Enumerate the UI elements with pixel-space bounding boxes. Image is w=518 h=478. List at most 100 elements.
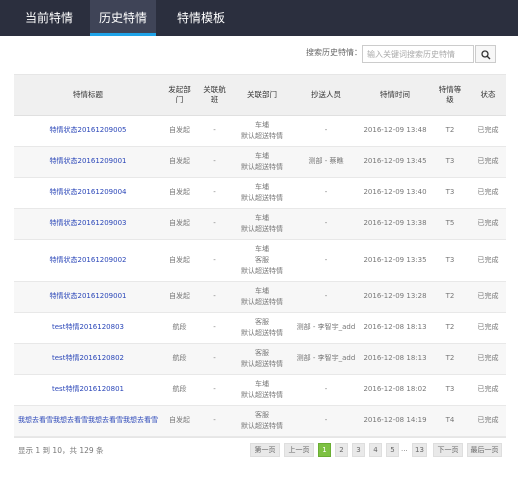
- cell-flight: -: [197, 115, 232, 147]
- table-row[interactable]: 特情状态20161209001 自发起 - 车埔 默认超送特情 -2016-12-09 1…: [14, 281, 506, 313]
- page-button[interactable]: 4: [369, 443, 382, 457]
- table-row[interactable]: test特情2016120802 航段 - 客服 默认超送特情 测部 - 李智宇_add 2…: [14, 343, 506, 375]
- cell-title: 特情状态20161209005: [14, 115, 162, 147]
- cell-time: 2016-12-08 18:02: [360, 374, 430, 406]
- incident-title-link[interactable]: 我想去看雪我想去看雪我想去看雪我想去看雪: [18, 416, 158, 424]
- cell-cc: 测部 - 蔡瞧: [292, 146, 360, 178]
- cell-related-dept: 车埔 默认超送特情: [232, 281, 292, 313]
- cell-related-dept: 客服 默认超送特情: [232, 405, 292, 437]
- related-dept-line: 客服: [255, 410, 269, 419]
- cell-time: 2016-12-08 18:13: [360, 343, 430, 375]
- cell-flight: -: [197, 239, 232, 282]
- related-dept-line: 车埔: [255, 244, 269, 253]
- col-header-status: 状态: [470, 75, 506, 116]
- cell-dept: 航段: [162, 374, 197, 406]
- tab-history-incidents[interactable]: 历史特情: [90, 0, 156, 36]
- cell-dept: 自发起: [162, 208, 197, 240]
- related-dept-line: 客服: [255, 317, 269, 326]
- cell-related-dept: 车埔 默认超送特情: [232, 115, 292, 147]
- cell-flight: -: [197, 208, 232, 240]
- cell-dept: 自发起: [162, 239, 197, 282]
- tab-incident-templates[interactable]: 特情模板: [168, 0, 234, 36]
- incident-title-link[interactable]: 特情状态20161209005: [50, 126, 127, 134]
- cell-status: 已完成: [470, 405, 506, 437]
- cell-title: 特情状态20161209004: [14, 177, 162, 209]
- incident-title-link[interactable]: 特情状态20161209001: [50, 292, 127, 300]
- incident-title-link[interactable]: test特情2016120803: [52, 323, 124, 331]
- table-row[interactable]: 特情状态20161209001 自发起 - 车埔 默认超送特情 测部 - 蔡瞧 2016-1…: [14, 146, 506, 178]
- page-button-last-number[interactable]: 13: [412, 443, 427, 457]
- last-page-button[interactable]: 最后一页: [467, 443, 502, 457]
- cell-dept: 自发起: [162, 146, 197, 178]
- cell-cc: 测部 - 李智宇_add: [292, 343, 360, 375]
- incident-title-link[interactable]: 特情状态20161209002: [50, 256, 127, 264]
- cell-related-dept: 车埔 默认超送特情: [232, 208, 292, 240]
- related-dept-line: 车埔: [255, 213, 269, 222]
- cell-flight: -: [197, 177, 232, 209]
- related-dept-line: 默认超送特情: [241, 328, 283, 337]
- search-button[interactable]: [475, 45, 496, 63]
- cell-flight: -: [197, 405, 232, 437]
- search-label: 搜索历史特情：: [306, 48, 362, 57]
- incident-title-link[interactable]: 特情状态20161209003: [50, 219, 127, 227]
- first-page-button[interactable]: 第一页: [250, 443, 280, 457]
- cell-time: 2016-12-09 13:35: [360, 239, 430, 282]
- pagination: 第一页 上一页 1 2 3 4 5 ... 13 下一页 最后一页: [250, 443, 502, 457]
- cell-status: 已完成: [470, 177, 506, 209]
- cell-dept: 航段: [162, 312, 197, 344]
- cell-cc: 测部 - 李智宇_add: [292, 312, 360, 344]
- incident-title-link[interactable]: test特情2016120801: [52, 385, 124, 393]
- page-button[interactable]: 5: [386, 443, 399, 457]
- cell-related-dept: 车埔 客服 默认超送特情: [232, 239, 292, 282]
- incident-title-link[interactable]: 特情状态20161209001: [50, 157, 127, 165]
- cell-level: T3: [430, 374, 470, 406]
- table-row[interactable]: test特情2016120803 航段 - 客服 默认超送特情 测部 - 李智宇_add 2…: [14, 312, 506, 344]
- cell-level: T2: [430, 343, 470, 375]
- page-button[interactable]: 2: [335, 443, 348, 457]
- related-dept-line: 默认超送特情: [241, 297, 283, 306]
- page-button[interactable]: 3: [352, 443, 365, 457]
- cell-level: T5: [430, 208, 470, 240]
- tab-current-incidents[interactable]: 当前特情: [14, 0, 84, 36]
- related-dept-line: 默认超送特情: [241, 390, 283, 399]
- cell-time: 2016-12-09 13:48: [360, 115, 430, 147]
- col-header-flight: 关联航班: [197, 75, 232, 116]
- next-page-button[interactable]: 下一页: [433, 443, 463, 457]
- cell-level: T2: [430, 281, 470, 313]
- cell-flight: -: [197, 312, 232, 344]
- cell-cc: -: [292, 239, 360, 282]
- page-button[interactable]: 1: [318, 443, 331, 457]
- related-dept-line: 默认超送特情: [241, 131, 283, 140]
- incident-title-link[interactable]: test特情2016120802: [52, 354, 124, 362]
- table-row[interactable]: 特情状态20161209004 自发起 - 车埔 默认超送特情 -2016-12-09 1…: [14, 177, 506, 209]
- search-input[interactable]: [362, 45, 474, 63]
- cell-cc: -: [292, 281, 360, 313]
- table-row[interactable]: 我想去看雪我想去看雪我想去看雪我想去看雪 自发起 - 客服 默认超送特情 -2016-12…: [14, 405, 506, 437]
- cell-related-dept: 车埔 默认超送特情: [232, 374, 292, 406]
- cell-time: 2016-12-08 14:19: [360, 405, 430, 437]
- cell-related-dept: 客服 默认超送特情: [232, 312, 292, 344]
- cell-status: 已完成: [470, 312, 506, 344]
- cell-cc: -: [292, 405, 360, 437]
- table-row[interactable]: test特情2016120801 航段 - 车埔 默认超送特情 -2016-12-08 1…: [14, 374, 506, 406]
- cell-status: 已完成: [470, 374, 506, 406]
- cell-flight: -: [197, 146, 232, 178]
- cell-time: 2016-12-08 18:13: [360, 312, 430, 344]
- history-table: 特情标题 发起部门 关联航班 关联部门 抄送人员 特情时间 特情等级 状态 特情…: [14, 75, 506, 437]
- prev-page-button[interactable]: 上一页: [284, 443, 314, 457]
- incident-title-link[interactable]: 特情状态20161209004: [50, 188, 127, 196]
- cell-title: 特情状态20161209001: [14, 281, 162, 313]
- cell-level: T4: [430, 405, 470, 437]
- table-row[interactable]: 特情状态20161209003 自发起 - 车埔 默认超送特情 -2016-12-09 1…: [14, 208, 506, 240]
- table-row[interactable]: 特情状态20161209005 自发起 - 车埔 默认超送特情 -2016-12-09 1…: [14, 115, 506, 147]
- cell-time: 2016-12-09 13:28: [360, 281, 430, 313]
- cell-title: test特情2016120803: [14, 312, 162, 344]
- cell-related-dept: 车埔 默认超送特情: [232, 146, 292, 178]
- table-row[interactable]: 特情状态20161209002 自发起 - 车埔 客服 默认超送特情 -2016-12-09…: [14, 239, 506, 282]
- cell-dept: 自发起: [162, 281, 197, 313]
- cell-related-dept: 车埔 默认超送特情: [232, 177, 292, 209]
- cell-status: 已完成: [470, 208, 506, 240]
- cell-status: 已完成: [470, 146, 506, 178]
- history-table-container: 特情标题 发起部门 关联航班 关联部门 抄送人员 特情时间 特情等级 状态 特情…: [14, 74, 506, 438]
- pagination-ellipsis: ...: [401, 445, 408, 453]
